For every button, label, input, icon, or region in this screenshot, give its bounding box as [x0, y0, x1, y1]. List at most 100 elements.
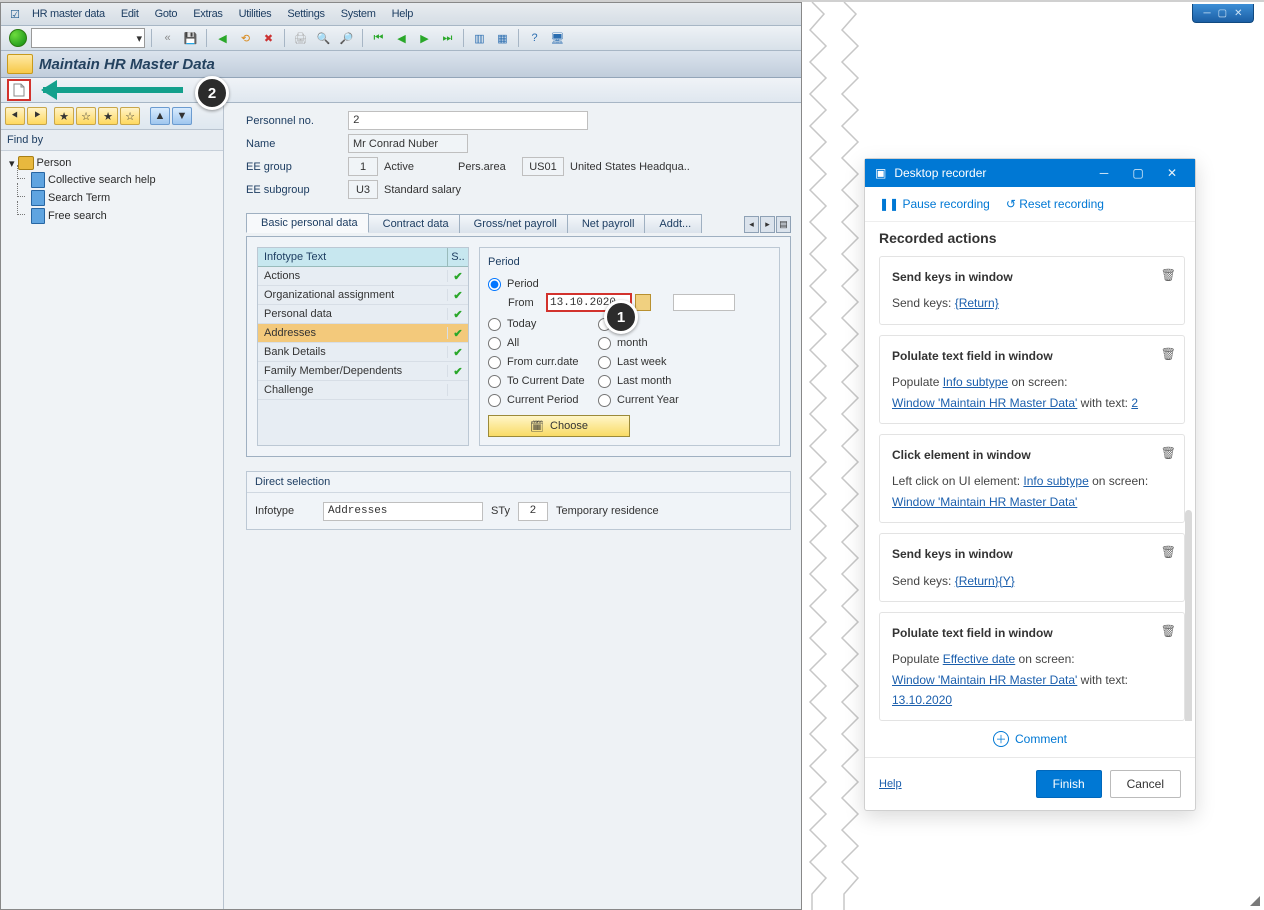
trash-icon[interactable]: 🗑	[1161, 344, 1176, 364]
period-radio[interactable]	[488, 337, 501, 350]
infotype-row[interactable]: Bank Details✔	[258, 343, 468, 362]
menu-utilities[interactable]: Utilities	[232, 5, 279, 23]
tab-net[interactable]: Net payroll	[567, 214, 646, 233]
period-radio[interactable]	[598, 375, 611, 388]
cancel-button[interactable]: Cancel	[1110, 770, 1181, 798]
trash-icon[interactable]: 🗑	[1161, 443, 1176, 463]
find-icon[interactable]: 🔍	[314, 29, 333, 48]
cancel-icon[interactable]: ✖	[259, 29, 278, 48]
tree-search-term[interactable]: Search Term	[3, 189, 221, 207]
period-radio[interactable]	[488, 318, 501, 331]
recorder-close-icon[interactable]: ✕	[1159, 166, 1185, 180]
period-radio[interactable]	[598, 356, 611, 369]
nav-up-icon[interactable]: ▲	[150, 107, 170, 125]
nav-down-icon[interactable]: ▼	[172, 107, 192, 125]
recorder-maximize-icon[interactable]: ▢	[1125, 166, 1151, 180]
choose-button[interactable]: 🗓Choose	[488, 415, 630, 437]
tab-contract[interactable]: Contract data	[368, 214, 460, 233]
resize-grip-icon[interactable]	[1250, 896, 1260, 906]
infotype-row[interactable]: Addresses✔	[258, 324, 468, 343]
nav-left-icon[interactable]: ⯇	[5, 107, 25, 125]
document-icon	[13, 83, 25, 97]
command-icon[interactable]: ☑	[7, 6, 23, 22]
calendar-icon[interactable]	[635, 294, 651, 311]
direct-selection: Direct selection Infotype Addresses STy …	[246, 471, 791, 530]
infotype-input[interactable]: Addresses	[323, 502, 483, 521]
maximize-icon[interactable]: ▢	[1218, 8, 1227, 19]
infotype-row[interactable]: Personal data✔	[258, 305, 468, 324]
period-radio[interactable]	[598, 394, 611, 407]
add-comment[interactable]: ＋Comment	[865, 721, 1195, 757]
last-page-icon[interactable]: ⏭	[438, 29, 457, 48]
menu-help[interactable]: Help	[385, 5, 420, 23]
infotype-row[interactable]: Organizational assignment✔	[258, 286, 468, 305]
infotype-row[interactable]: Actions✔	[258, 267, 468, 286]
trash-icon[interactable]: 🗑	[1161, 542, 1176, 562]
period-radio[interactable]	[488, 394, 501, 407]
tab-scroll-right-icon[interactable]: ▸	[760, 216, 775, 233]
to-date-input[interactable]	[673, 294, 735, 311]
trash-icon[interactable]: 🗑	[1161, 265, 1176, 285]
tree-person[interactable]: ▾ Person	[3, 155, 221, 171]
reset-button[interactable]: ↺ Reset recording	[1006, 197, 1104, 211]
minimize-icon[interactable]: ─	[1204, 8, 1211, 19]
period-radio[interactable]	[488, 356, 501, 369]
nav-star4-icon[interactable]: ☆	[120, 107, 140, 125]
nav-right-icon[interactable]: ⯈	[27, 107, 47, 125]
first-page-icon[interactable]: ⏮	[369, 29, 388, 48]
action-card[interactable]: 🗑Click element in windowLeft click on UI…	[879, 434, 1185, 523]
tree-collective[interactable]: Collective search help	[3, 171, 221, 189]
prev-page-icon[interactable]: ◀	[392, 29, 411, 48]
action-card[interactable]: 🗑Polulate text field in windowPopulate E…	[879, 612, 1185, 722]
back-green-icon[interactable]: ◀	[213, 29, 232, 48]
tab-addt[interactable]: Addt...	[644, 214, 702, 233]
action-card[interactable]: 🗑Send keys in windowSend keys: {Return}{…	[879, 533, 1185, 602]
back-icon[interactable]: «	[158, 29, 177, 48]
help-link[interactable]: Help	[879, 778, 902, 790]
save-icon[interactable]: 💾	[181, 29, 200, 48]
tree-free-search[interactable]: Free search	[3, 207, 221, 225]
trash-icon[interactable]: 🗑	[1161, 621, 1176, 641]
tab-list-icon[interactable]: ▤	[776, 216, 791, 233]
infotype-row[interactable]: Family Member/Dependents✔	[258, 362, 468, 381]
shortcut-icon[interactable]: ▦	[493, 29, 512, 48]
nav-star1-icon[interactable]: ★	[54, 107, 74, 125]
menu-edit[interactable]: Edit	[114, 5, 146, 23]
infotype-row[interactable]: Challenge	[258, 381, 468, 400]
enter-icon[interactable]	[9, 29, 27, 47]
period-radio[interactable]	[598, 337, 611, 350]
tab-gross[interactable]: Gross/net payroll	[459, 214, 568, 233]
action-card[interactable]: 🗑Polulate text field in windowPopulate I…	[879, 335, 1185, 424]
command-field[interactable]: ▾	[31, 28, 145, 48]
pause-button[interactable]: ❚❚ Pause recording	[879, 197, 990, 211]
menu-goto[interactable]: Goto	[148, 5, 185, 23]
exit-icon[interactable]: ⟲	[236, 29, 255, 48]
infotype-head-s[interactable]: S..	[448, 248, 468, 266]
period-radio[interactable]	[488, 375, 501, 388]
nav-star2-icon[interactable]: ☆	[76, 107, 96, 125]
print-icon[interactable]: 🖨	[291, 29, 310, 48]
new-session-icon[interactable]: ▥	[470, 29, 489, 48]
menu-system[interactable]: System	[334, 5, 383, 23]
sty-input[interactable]: 2	[518, 502, 548, 521]
radio-period[interactable]	[488, 278, 501, 291]
create-button[interactable]	[7, 79, 31, 101]
close-icon[interactable]: ✕	[1234, 8, 1242, 19]
action-card[interactable]: 🗑Send keys in windowSend keys: {Return}	[879, 256, 1185, 325]
menu-extras[interactable]: Extras	[186, 5, 229, 23]
personnel-input[interactable]: 2	[348, 111, 588, 130]
scrollbar[interactable]	[1185, 510, 1192, 721]
tab-scroll-left-icon[interactable]: ◂	[744, 216, 759, 233]
menu-hr[interactable]: HR master data	[25, 5, 112, 23]
finish-button[interactable]: Finish	[1036, 770, 1102, 798]
recorder-minimize-icon[interactable]: ─	[1091, 166, 1117, 180]
next-page-icon[interactable]: ▶	[415, 29, 434, 48]
period-box: Period Period From 13.10.2020 TodayekAll…	[479, 247, 780, 446]
help-icon[interactable]: ?	[525, 29, 544, 48]
menu-settings[interactable]: Settings	[280, 5, 331, 23]
infotype-head[interactable]: Infotype Text	[258, 248, 448, 266]
tab-basic[interactable]: Basic personal data	[246, 213, 369, 233]
nav-star3-icon[interactable]: ★	[98, 107, 118, 125]
layout-icon[interactable]: 🖥	[548, 29, 567, 48]
find-next-icon[interactable]: 🔎	[337, 29, 356, 48]
